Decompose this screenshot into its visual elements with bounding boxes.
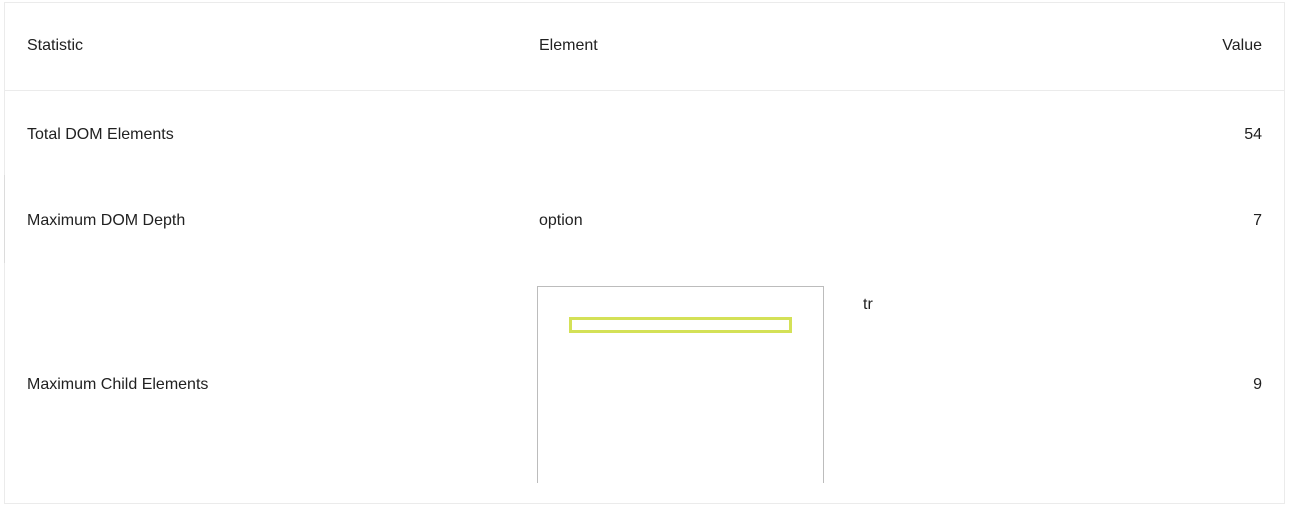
header-element: Element: [539, 37, 598, 54]
header-statistic: Statistic: [27, 37, 84, 54]
row-element: option: [539, 212, 583, 229]
row-statistic: Maximum DOM Depth: [27, 212, 186, 229]
dom-stats-table: Statistic Element Value Total DOM Elemen…: [4, 2, 1285, 504]
header-value: Value: [1222, 37, 1262, 54]
row-statistic: Total DOM Elements: [27, 126, 174, 143]
table-row: Maximum Child Elements tr 9: [5, 265, 1284, 505]
row-value: 9: [1253, 376, 1262, 393]
element-screenshot-thumbnail: [537, 286, 824, 483]
element-highlight-box: [569, 317, 792, 333]
row-statistic: Maximum Child Elements: [27, 376, 209, 393]
row-value: 7: [1253, 212, 1262, 229]
table-header-row: Statistic Element Value: [5, 3, 1284, 91]
row-element: tr: [863, 296, 873, 313]
row-divider-accent: [4, 175, 5, 263]
row-value: 54: [1244, 126, 1262, 143]
table-row: Maximum DOM Depth option 7: [5, 179, 1284, 265]
table-row: Total DOM Elements 54: [5, 91, 1284, 179]
